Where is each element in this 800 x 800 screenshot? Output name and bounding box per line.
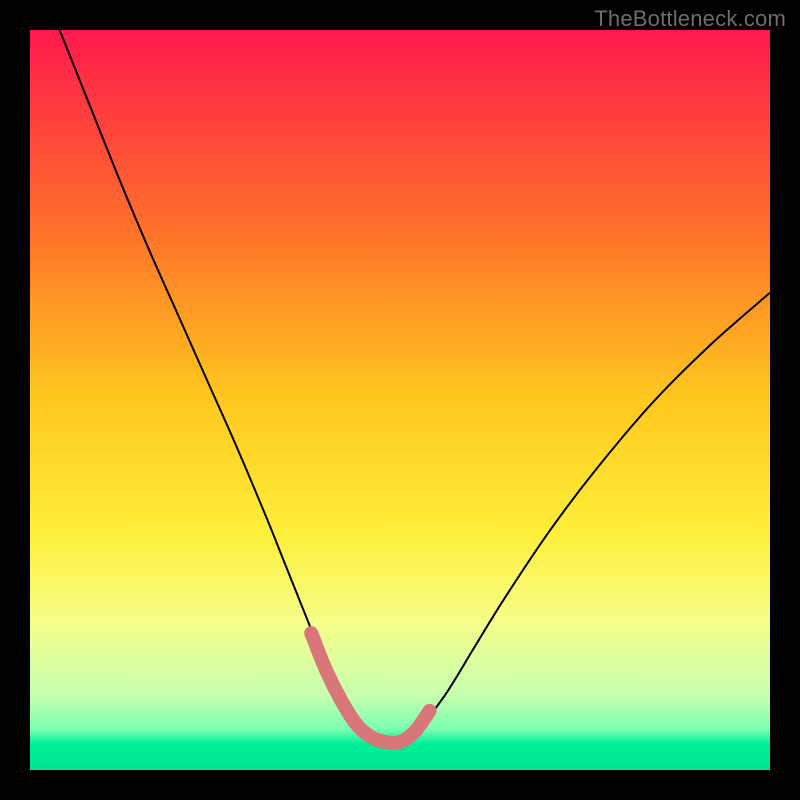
chart-frame: TheBottleneck.com bbox=[0, 0, 800, 800]
watermark-text: TheBottleneck.com bbox=[594, 6, 786, 32]
gradient-background bbox=[30, 30, 770, 770]
plot-area bbox=[30, 30, 770, 770]
bottleneck-chart bbox=[30, 30, 770, 770]
